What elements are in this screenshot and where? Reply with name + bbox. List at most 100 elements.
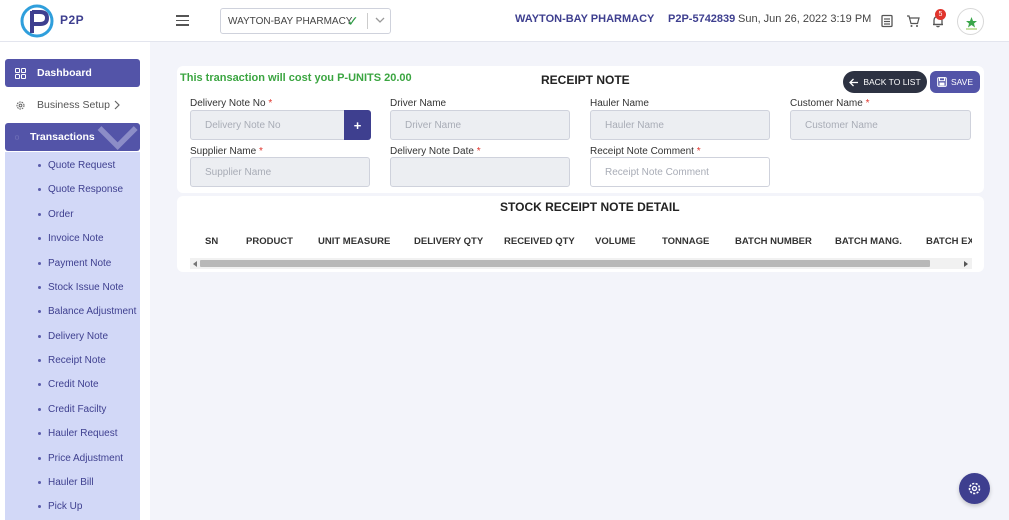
submenu-label: Price Adjustment: [48, 452, 124, 464]
bullet-icon: [38, 213, 41, 216]
top-bar: P2P WAYTON-BAY PHARMACY ✓ WAYTON-BAY PHA…: [0, 0, 1009, 42]
column-header-unit-measure[interactable]: UNIT MEASURE: [318, 236, 390, 247]
cart-icon[interactable]: [906, 14, 920, 28]
scroll-right-arrow-icon[interactable]: [964, 261, 968, 267]
bullet-icon: [38, 335, 41, 338]
chevron-down-icon[interactable]: [374, 14, 386, 26]
required-mark: *: [268, 98, 273, 109]
label-text: Delivery Note Date: [390, 146, 474, 157]
submenu-label: Receipt Note: [48, 354, 106, 366]
submenu-label: Hauler Request: [48, 427, 118, 439]
sidebar-item-label: Dashboard: [37, 67, 92, 79]
delivery-note-no-input[interactable]: [190, 110, 345, 140]
save-label: SAVE: [950, 77, 974, 87]
submenu-item-order[interactable]: Order: [5, 204, 140, 224]
bullet-icon: [38, 262, 41, 265]
customer-name-label: Customer Name *: [790, 98, 870, 109]
horizontal-scrollbar[interactable]: [190, 258, 972, 269]
sidebar-item-dashboard[interactable]: Dashboard: [5, 59, 140, 87]
column-header-received-qty[interactable]: RECEIVED QTY: [504, 236, 575, 247]
supplier-name-label: Supplier Name *: [190, 146, 263, 157]
settings-fab-button[interactable]: [959, 473, 990, 504]
bullet-icon: [38, 505, 41, 508]
bullet-icon: [38, 310, 41, 313]
receipt-note-comment-label: Receipt Note Comment *: [590, 146, 701, 157]
organization-select[interactable]: WAYTON-BAY PHARMACY ✓: [220, 8, 391, 34]
p2p-logo-icon[interactable]: [20, 3, 56, 39]
column-header-tonnage[interactable]: TONNAGE: [662, 236, 709, 247]
submenu-label: Order: [48, 208, 74, 220]
delivery-note-date-label: Delivery Note Date *: [390, 146, 481, 157]
transactions-icon: [15, 135, 19, 139]
supplier-name-input[interactable]: [190, 157, 370, 187]
delivery-note-date-input[interactable]: [390, 157, 570, 187]
receipt-note-comment-input[interactable]: [590, 157, 770, 187]
hauler-name-input[interactable]: [590, 110, 770, 140]
bullet-icon: [38, 188, 41, 191]
sidebar-item-label: Business Setup: [37, 99, 110, 111]
column-header-batch-expiry[interactable]: BATCH EXPIRY: [926, 236, 972, 247]
submenu-item-quote-request[interactable]: Quote Request: [5, 155, 140, 175]
column-header-sn[interactable]: SN: [205, 236, 218, 247]
column-header-product[interactable]: PRODUCT: [246, 236, 293, 247]
submenu-item-pick-up[interactable]: Pick Up: [5, 496, 140, 516]
submenu-item-stock-issue-note[interactable]: Stock Issue Note: [5, 277, 140, 297]
back-to-list-button[interactable]: BACK TO LIST: [843, 71, 927, 93]
required-mark: *: [865, 98, 870, 109]
submenu-item-invoice-note[interactable]: Invoice Note: [5, 228, 140, 248]
select-separator: [367, 13, 368, 29]
submenu-item-hauler-bill[interactable]: Hauler Bill: [5, 472, 140, 492]
submenu-item-balance-adjustment[interactable]: Balance Adjustment: [5, 301, 140, 321]
hauler-name-label: Hauler Name: [590, 98, 649, 109]
scroll-left-arrow-icon[interactable]: [193, 261, 197, 267]
bullet-icon: [38, 286, 41, 289]
submenu-item-credit-facility[interactable]: Credit Facilty: [5, 399, 140, 419]
column-header-volume[interactable]: VOLUME: [595, 236, 636, 247]
label-text: Delivery Note No: [190, 98, 266, 109]
submenu-item-quote-response[interactable]: Quote Response: [5, 179, 140, 199]
driver-name-input[interactable]: [390, 110, 570, 140]
floppy-disk-icon: [937, 77, 947, 87]
column-header-batch-mang[interactable]: BATCH MANG.: [835, 236, 902, 247]
bullet-icon: [38, 432, 41, 435]
save-button[interactable]: SAVE: [930, 71, 980, 93]
logo-text: P2P: [60, 13, 85, 27]
menu-toggle-icon[interactable]: [176, 15, 189, 26]
organization-name: WAYTON-BAY PHARMACY: [515, 13, 655, 25]
submenu-item-credit-note[interactable]: Credit Note: [5, 374, 140, 394]
bullet-icon: [38, 408, 41, 411]
submenu-item-delivery-note[interactable]: Delivery Note: [5, 326, 140, 346]
submenu-label: Quote Request: [48, 159, 116, 171]
user-avatar[interactable]: [957, 8, 984, 35]
account-id: P2P-5742839: [668, 13, 736, 25]
customer-name-input[interactable]: [790, 110, 971, 140]
chevron-right-icon: [114, 100, 120, 110]
add-delivery-note-button[interactable]: +: [344, 110, 371, 140]
column-header-delivery-qty[interactable]: DELIVERY QTY: [414, 236, 483, 247]
sidebar-item-business-setup[interactable]: Business Setup: [5, 91, 140, 119]
submenu-label: Payment Note: [48, 257, 112, 269]
bullet-icon: [38, 359, 41, 362]
sidebar: Dashboard Business Setup Transactions Qu…: [0, 42, 150, 520]
label-text: Supplier Name: [190, 146, 257, 157]
submenu-item-price-adjustment[interactable]: Price Adjustment: [5, 448, 140, 468]
sidebar-item-transactions[interactable]: Transactions: [5, 123, 140, 151]
required-mark: *: [696, 146, 701, 157]
submenu-item-hauler-request[interactable]: Hauler Request: [5, 423, 140, 443]
submenu-label: Pick Up: [48, 500, 83, 512]
arrow-left-icon: [849, 78, 859, 86]
submenu-item-payment-note[interactable]: Payment Note: [5, 253, 140, 273]
dashboard-grid-icon: [15, 67, 26, 79]
submenu-label: Balance Adjustment: [48, 305, 137, 317]
document-list-icon[interactable]: [880, 14, 894, 28]
bullet-icon: [38, 383, 41, 386]
organization-select-value: WAYTON-BAY PHARMACY: [228, 16, 353, 27]
bullet-icon: [38, 481, 41, 484]
notification-badge: 5: [935, 9, 946, 20]
delivery-note-no-label: Delivery Note No *: [190, 98, 272, 109]
scrollbar-thumb[interactable]: [200, 260, 930, 267]
bullet-icon: [38, 237, 41, 240]
page-title: RECEIPT NOTE: [541, 73, 630, 87]
column-header-batch-number[interactable]: BATCH NUMBER: [735, 236, 812, 247]
submenu-item-receipt-note[interactable]: Receipt Note: [5, 350, 140, 370]
